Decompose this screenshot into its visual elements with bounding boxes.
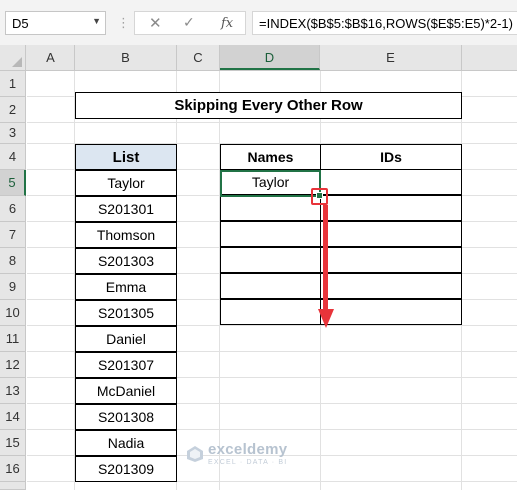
list-cell[interactable]: Thomson xyxy=(75,222,177,248)
ids-cell[interactable] xyxy=(320,195,462,221)
row-header-10[interactable]: 10 xyxy=(0,300,26,326)
ids-cell[interactable] xyxy=(320,273,462,299)
row-header-3[interactable]: 3 xyxy=(0,123,26,144)
arrow-head-icon xyxy=(318,309,334,328)
names-cell[interactable] xyxy=(220,299,321,325)
column-header-a[interactable]: A xyxy=(27,45,75,70)
list-cell[interactable]: S201305 xyxy=(75,300,177,326)
list-cell[interactable]: S201307 xyxy=(75,352,177,378)
column-header-d[interactable]: D xyxy=(220,45,320,70)
list-cell[interactable]: S201303 xyxy=(75,248,177,274)
exceldemy-watermark: exceldemy EXCEL · DATA · BI xyxy=(186,442,287,466)
names-cell[interactable] xyxy=(220,247,321,273)
close-icon[interactable]: ✕ xyxy=(149,14,162,32)
select-all-button[interactable] xyxy=(0,45,26,70)
row-header-2[interactable]: 2 xyxy=(0,97,26,123)
row-header-12[interactable]: 12 xyxy=(0,352,26,378)
names-header[interactable]: Names xyxy=(220,144,321,170)
list-cell[interactable]: S201308 xyxy=(75,404,177,430)
row-header-7[interactable]: 7 xyxy=(0,222,26,248)
names-cell[interactable] xyxy=(220,221,321,247)
check-icon[interactable]: ✓ xyxy=(183,14,195,31)
ids-cell[interactable] xyxy=(320,247,462,273)
list-cell[interactable]: Daniel xyxy=(75,326,177,352)
row-header-9[interactable]: 9 xyxy=(0,274,26,300)
function-icon[interactable]: fx xyxy=(221,16,233,31)
formula-buttons: ✕ ✓ fx xyxy=(134,11,246,35)
list-cell[interactable]: S201309 xyxy=(75,456,177,482)
active-cell-outline[interactable] xyxy=(220,170,321,197)
name-box[interactable]: D5 ▼ xyxy=(5,11,106,35)
list-cell[interactable]: S201301 xyxy=(75,196,177,222)
names-cell[interactable] xyxy=(220,273,321,299)
watermark-tagline: EXCEL · DATA · BI xyxy=(208,459,288,466)
row-header-17[interactable] xyxy=(0,482,26,490)
fill-handle-highlight xyxy=(311,188,328,205)
row-header-14[interactable]: 14 xyxy=(0,404,26,430)
row-header-6[interactable]: 6 xyxy=(0,196,26,222)
names-cell[interactable] xyxy=(220,195,321,221)
row-header-16[interactable]: 16 xyxy=(0,456,26,482)
row-header-8[interactable]: 8 xyxy=(0,248,26,274)
down-arrow-icon xyxy=(323,205,328,313)
row-header-5[interactable]: 5 xyxy=(0,170,26,196)
row-header-11[interactable]: 11 xyxy=(0,326,26,352)
name-box-value: D5 xyxy=(12,16,29,31)
list-cell[interactable]: Nadia xyxy=(75,430,177,456)
column-header-c[interactable]: C xyxy=(177,45,220,70)
sheet-title[interactable]: Skipping Every Other Row xyxy=(75,92,462,119)
ids-cell[interactable] xyxy=(320,299,462,325)
column-header-b[interactable]: B xyxy=(75,45,177,70)
list-header[interactable]: List xyxy=(75,144,177,170)
ids-header[interactable]: IDs xyxy=(320,144,462,170)
column-header-e[interactable]: E xyxy=(320,45,462,70)
chevron-down-icon[interactable]: ▼ xyxy=(92,16,101,26)
row-header-13[interactable]: 13 xyxy=(0,378,26,404)
row-header-4[interactable]: 4 xyxy=(0,144,26,170)
row-header-15[interactable]: 15 xyxy=(0,430,26,456)
row-header-1[interactable]: 1 xyxy=(0,71,26,97)
drag-handle-icon[interactable]: ⋮ xyxy=(117,15,131,31)
list-cell[interactable]: Taylor xyxy=(75,170,177,196)
watermark-name: exceldemy xyxy=(208,441,288,458)
column-header-bar: A B C D E xyxy=(0,45,517,71)
exceldemy-logo-icon xyxy=(187,446,203,462)
list-cell[interactable]: McDaniel xyxy=(75,378,177,404)
formula-bar: D5 ▼ ⋮ ✕ ✓ fx =INDEX($B$5:$B$16,ROWS($E$… xyxy=(0,0,517,45)
formula-input[interactable]: =INDEX($B$5:$B$16,ROWS($E$5:E5)*2-1) xyxy=(252,11,517,35)
ids-cell[interactable] xyxy=(320,221,462,247)
list-cell[interactable]: Emma xyxy=(75,274,177,300)
ids-cell[interactable] xyxy=(320,169,462,195)
